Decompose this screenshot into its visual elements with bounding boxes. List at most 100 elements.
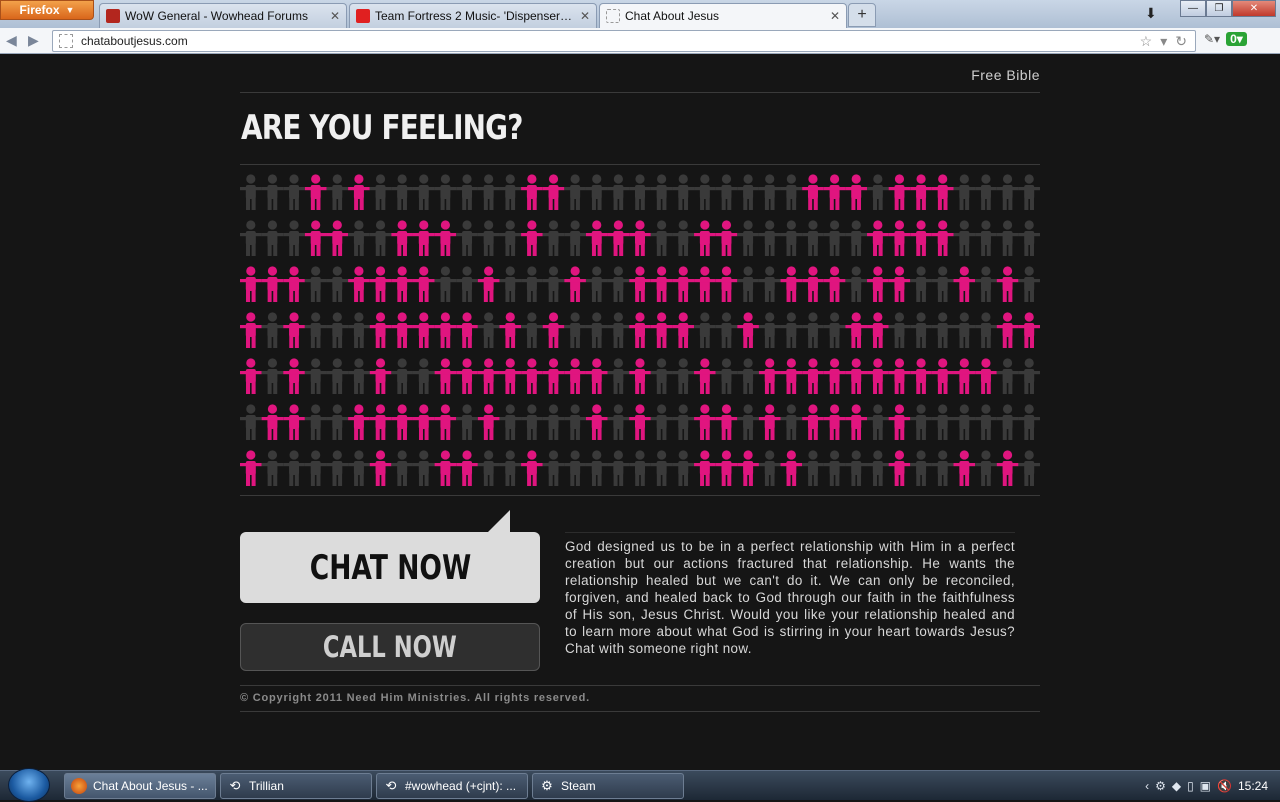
person-icon	[650, 220, 673, 256]
person-icon	[823, 450, 846, 486]
person-highlight-icon	[348, 174, 370, 210]
person-highlight-icon	[823, 266, 846, 302]
person-icon	[434, 174, 457, 210]
person-icon	[758, 220, 781, 256]
close-tab-icon[interactable]: ✕	[330, 9, 340, 23]
person-icon	[758, 174, 781, 210]
close-tab-icon[interactable]: ✕	[580, 9, 590, 23]
tab-label: Team Fortress 2 Music- 'Dispenser Er...	[375, 9, 574, 23]
tab-wowhead[interactable]: WoW General - Wowhead Forums ✕	[99, 3, 347, 28]
person-icon	[607, 450, 630, 486]
person-icon	[845, 450, 868, 486]
clock[interactable]: 15:24	[1238, 779, 1268, 793]
person-highlight-icon	[715, 450, 738, 486]
person-highlight-icon	[477, 404, 500, 440]
firefox-menu-button[interactable]: Firefox ▼	[0, 0, 94, 20]
person-icon	[758, 266, 781, 302]
url-bar[interactable]: chataboutjesus.com ☆ ▾ ↻	[52, 30, 1196, 52]
dropdown-arrow-icon[interactable]: ▾	[1160, 33, 1167, 50]
addon-tools-icon[interactable]: ✎▾	[1204, 32, 1220, 46]
person-icon	[737, 266, 759, 302]
bookmark-star-icon[interactable]: ☆	[1140, 33, 1153, 50]
network-tray-icon[interactable]: ▣	[1200, 779, 1211, 793]
person-icon	[715, 312, 738, 348]
person-highlight-icon	[737, 450, 759, 486]
person-icon	[521, 404, 543, 440]
person-icon	[542, 266, 565, 302]
task-steam[interactable]: ⚙ Steam	[532, 773, 684, 799]
person-highlight-icon	[694, 404, 716, 440]
person-highlight-icon	[477, 358, 500, 394]
task-trillian[interactable]: ⟲ Trillian	[220, 773, 372, 799]
person-icon	[780, 312, 803, 348]
reload-icon[interactable]: ↻	[1175, 33, 1187, 50]
person-highlight-icon	[261, 404, 284, 440]
tab-strip: Firefox ▼ WoW General - Wowhead Forums ✕…	[0, 0, 1280, 28]
person-highlight-icon	[521, 174, 543, 210]
intro-paragraph: God designed us to be in a perfect relat…	[565, 539, 1015, 656]
person-icon	[607, 174, 630, 210]
person-icon	[412, 450, 435, 486]
person-highlight-icon	[283, 266, 305, 302]
new-tab-button[interactable]: +	[848, 3, 876, 27]
person-icon	[931, 450, 954, 486]
person-highlight-icon	[672, 312, 695, 348]
person-highlight-icon	[694, 266, 716, 302]
person-icon	[737, 358, 759, 394]
site-identity-icon[interactable]	[59, 34, 73, 48]
person-icon	[802, 450, 824, 486]
steam-icon: ⚙	[541, 778, 553, 793]
back-arrow-icon[interactable]: ◀	[6, 32, 17, 49]
addon-green-icon[interactable]: 0▾	[1226, 32, 1247, 46]
person-highlight-icon	[780, 358, 803, 394]
person-icon	[931, 404, 954, 440]
restore-button[interactable]: ❐	[1206, 0, 1232, 17]
tray-expand-icon[interactable]: ‹	[1145, 779, 1149, 793]
free-bible-link[interactable]: Free Bible	[971, 67, 1040, 83]
person-highlight-icon	[240, 450, 262, 486]
tab-chat-about-jesus[interactable]: Chat About Jesus ✕	[599, 3, 847, 28]
start-button[interactable]	[8, 768, 50, 802]
person-icon	[304, 312, 327, 348]
person-highlight-icon	[888, 358, 911, 394]
task-wowhead-chat[interactable]: ⟲ #wowhead (+cjnt): ...	[376, 773, 528, 799]
person-highlight-icon	[391, 312, 413, 348]
forward-arrow-icon[interactable]: ▶	[28, 32, 39, 49]
usb-tray-icon[interactable]: ▯	[1187, 779, 1194, 793]
close-window-button[interactable]: ✕	[1232, 0, 1276, 17]
task-label: Steam	[561, 779, 596, 793]
steam-tray-icon[interactable]: ⚙	[1155, 779, 1166, 793]
person-highlight-icon	[780, 266, 803, 302]
dropbox-tray-icon[interactable]: ◆	[1172, 779, 1181, 793]
person-highlight-icon	[715, 220, 738, 256]
person-highlight-icon	[802, 266, 824, 302]
minimize-button[interactable]: —	[1180, 0, 1206, 17]
wowhead-favicon-icon	[106, 9, 120, 23]
volume-muted-icon[interactable]: 🔇	[1217, 779, 1232, 793]
person-highlight-icon	[780, 450, 803, 486]
person-highlight-icon	[931, 220, 954, 256]
person-icon	[780, 220, 803, 256]
person-icon	[694, 312, 716, 348]
person-icon	[304, 266, 327, 302]
person-icon	[867, 174, 889, 210]
person-icon	[564, 174, 586, 210]
person-icon	[542, 450, 565, 486]
close-tab-icon[interactable]: ✕	[830, 9, 840, 23]
task-label: Trillian	[249, 779, 284, 793]
url-text[interactable]: chataboutjesus.com	[81, 34, 1140, 48]
person-icon	[607, 312, 630, 348]
call-now-button[interactable]: CALL NOW	[240, 623, 540, 671]
person-icon	[650, 358, 673, 394]
download-arrow-icon[interactable]: ⬇	[1145, 5, 1157, 22]
trillian-icon: ⟲	[229, 778, 241, 793]
person-icon	[910, 450, 932, 486]
chat-now-button[interactable]: CHAT NOW	[240, 532, 540, 603]
person-highlight-icon	[953, 358, 976, 394]
person-highlight-icon	[888, 220, 911, 256]
person-highlight-icon	[953, 450, 976, 486]
tab-youtube[interactable]: Team Fortress 2 Music- 'Dispenser Er... …	[349, 3, 597, 28]
person-icon	[304, 358, 327, 394]
person-icon	[521, 312, 543, 348]
task-firefox[interactable]: Chat About Jesus - ...	[64, 773, 216, 799]
